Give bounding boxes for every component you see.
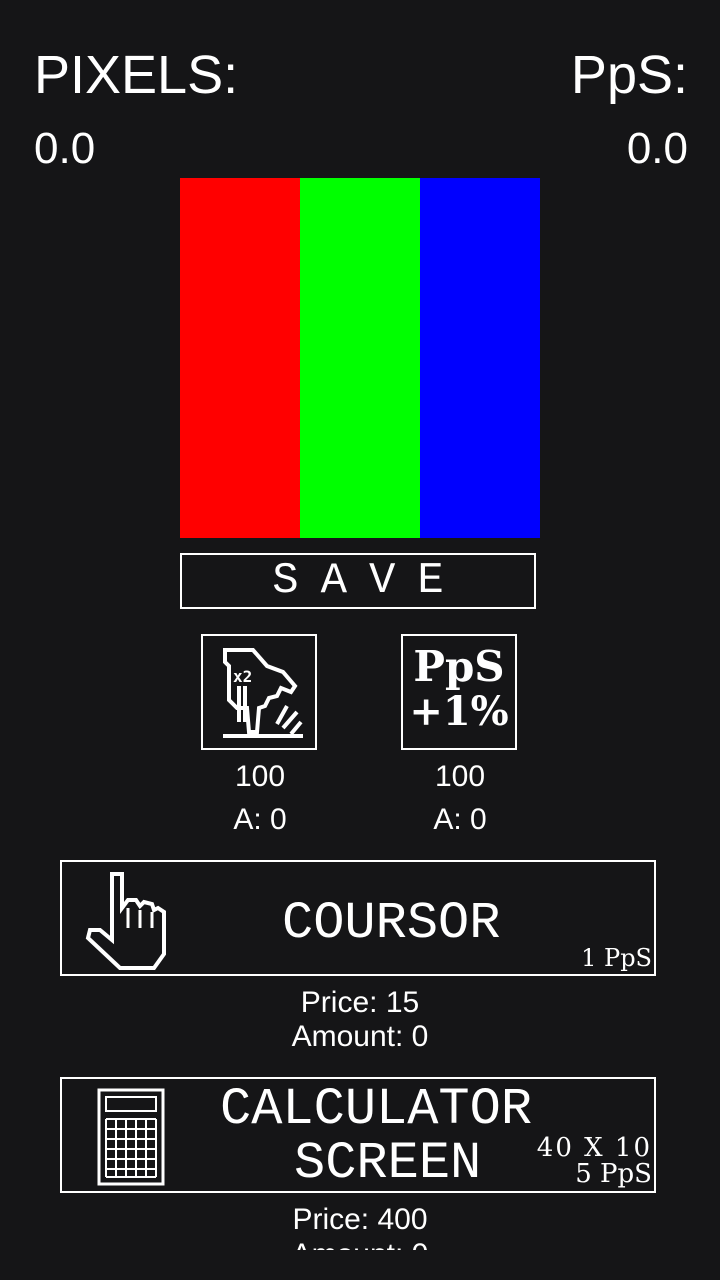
red-subpixel[interactable] xyxy=(180,178,300,538)
shop-item-rate: 5 PpS xyxy=(575,1159,652,1189)
double-click-hand-icon: x2 xyxy=(223,648,303,738)
click-multiplier-upgrade-button[interactable]: x2 xyxy=(201,634,317,750)
shop-item-rate: 1 PpS xyxy=(581,944,652,972)
pixel-click-area[interactable] xyxy=(180,178,540,538)
shop-item-name-line2: SCREEN xyxy=(294,1134,482,1193)
shop-item-coursor[interactable]: COURSOR 1 PpS xyxy=(60,860,656,976)
upgrade-price: 100 xyxy=(234,760,286,793)
upgrade-price: 100 xyxy=(434,760,486,793)
shop-item-calculator-screen[interactable]: CALCULATOR SCREEN 40 X 10 5 PpS xyxy=(60,1077,656,1193)
pps-value: 0.0 xyxy=(626,124,688,173)
shop-item-name-line1: CALCULATOR xyxy=(220,1080,533,1139)
shop-item-amount-clip: Amount: 0 xyxy=(0,1240,720,1250)
calculator-icon xyxy=(97,1088,165,1186)
shop-item-price: Price: 15 xyxy=(300,986,420,1019)
green-subpixel[interactable] xyxy=(300,178,420,538)
shop-item-price: Price: 400 xyxy=(292,1203,428,1236)
pps-label: PpS: xyxy=(570,45,688,105)
shop-item-amount: Amount: 0 xyxy=(291,1020,429,1053)
save-button[interactable]: SAVE xyxy=(180,553,536,609)
upgrade-amount: A: 0 xyxy=(233,803,287,836)
pps-boost-upgrade-button[interactable]: PpS +1% xyxy=(401,634,517,750)
blue-subpixel[interactable] xyxy=(420,178,540,538)
shop-item-name: COURSOR xyxy=(282,894,501,953)
shop-item-amount: Amount: 0 xyxy=(0,1240,720,1250)
pixels-label: PIXELS: xyxy=(34,45,239,105)
svg-text:x2: x2 xyxy=(233,667,252,686)
pps-boost-icon-line1: PpS xyxy=(413,642,505,691)
pixels-value: 0.0 xyxy=(34,124,96,173)
pps-boost-icon-line2: +1% xyxy=(409,688,509,735)
pointer-hand-icon xyxy=(85,872,166,970)
upgrade-amount: A: 0 xyxy=(433,803,487,836)
